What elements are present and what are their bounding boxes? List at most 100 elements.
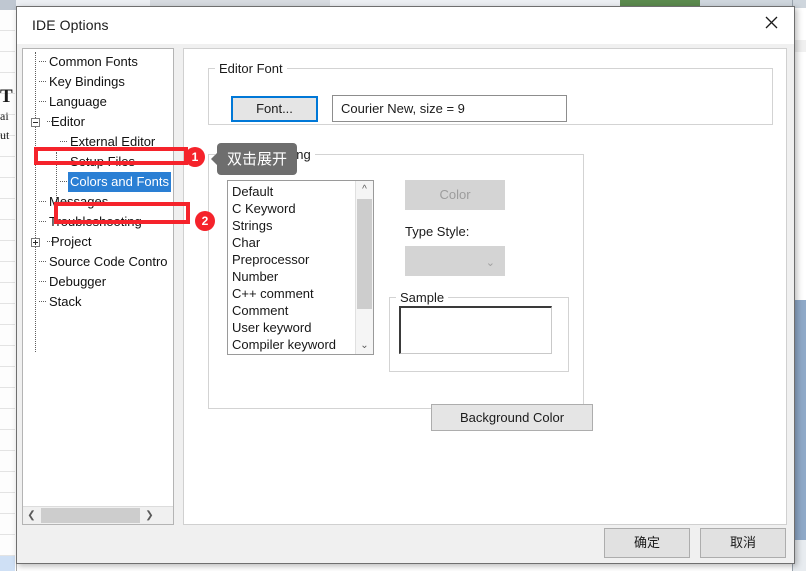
listbox-scrollbar[interactable]: ^ ⌄ <box>355 181 373 354</box>
tree-horizontal-scrollbar[interactable]: ❮ ❯ <box>23 506 173 524</box>
dialog-title: IDE Options <box>32 17 109 33</box>
chevron-down-icon[interactable]: ⌄ <box>356 337 373 354</box>
background-row <box>0 325 15 346</box>
list-item[interactable]: Char <box>232 234 355 251</box>
chevron-up-icon[interactable]: ^ <box>356 181 373 198</box>
list-item[interactable]: C++ comment <box>232 285 355 302</box>
background-row <box>0 472 15 493</box>
tree-item-label: Language <box>49 94 107 109</box>
list-item[interactable]: C Keyword <box>232 200 355 217</box>
options-content-pane: Editor Font Font... Courier New, size = … <box>183 48 787 525</box>
sample-area: Sample <box>389 290 569 372</box>
dialog-button-bar: 确定 取消 <box>17 525 794 563</box>
tree-item-label: Common Fonts <box>49 54 138 69</box>
background-text-fragment-1: T <box>0 86 13 107</box>
options-tree: Common Fonts Key Bindings Language Edito… <box>23 52 173 506</box>
sample-legend: Sample <box>400 290 445 305</box>
tree-item-messages[interactable]: Messages <box>23 192 173 212</box>
tree-expand-plus-icon[interactable] <box>31 237 40 247</box>
tree-item-stack[interactable]: Stack <box>23 292 173 312</box>
background-row <box>0 304 15 325</box>
chevron-down-icon: ⌄ <box>485 257 495 269</box>
tree-connector-icon <box>56 152 68 172</box>
list-item[interactable]: Default <box>232 183 355 200</box>
font-value-field[interactable]: Courier New, size = 9 <box>332 95 567 122</box>
tree-item-external-editor[interactable]: External Editor <box>23 132 173 152</box>
tree-connector-icon <box>56 172 68 192</box>
tree-item-common-fonts[interactable]: Common Fonts <box>23 52 173 72</box>
tree-connector-icon <box>35 212 47 232</box>
tree-item-label: External Editor <box>70 134 156 149</box>
tree-item-label: Editor <box>51 114 85 129</box>
tree-connector-icon <box>35 52 47 72</box>
background-row <box>0 157 15 178</box>
cancel-button[interactable]: 取消 <box>700 528 786 558</box>
close-icon[interactable] <box>748 7 794 37</box>
background-row <box>0 409 15 430</box>
background-row <box>0 388 15 409</box>
scrollbar-thumb[interactable] <box>41 508 140 523</box>
list-item[interactable]: Comment <box>232 302 355 319</box>
tree-connector-icon <box>35 72 47 92</box>
background-row <box>0 220 15 241</box>
background-row-selected <box>0 556 15 571</box>
tree-item-setup-files[interactable]: Setup Files <box>23 152 173 172</box>
font-button[interactable]: Font... <box>231 96 318 122</box>
tree-item-language[interactable]: Language <box>23 92 173 112</box>
tree-connector-icon <box>43 232 54 252</box>
background-row <box>0 367 15 388</box>
background-row <box>0 178 15 199</box>
syntax-element-listbox[interactable]: Default C Keyword Strings Char Preproces… <box>227 180 374 355</box>
list-item[interactable]: Strings <box>232 217 355 234</box>
tree-item-troubleshooting[interactable]: Troubleshooting <box>23 212 173 232</box>
tree-item-label: Troubleshooting <box>49 214 142 229</box>
list-item[interactable]: Compiler keyword <box>232 336 355 353</box>
tree-connector-icon <box>56 132 68 152</box>
editor-font-legend: Editor Font <box>219 61 283 76</box>
background-text-fragment-3: ut <box>0 128 10 142</box>
annotation-tooltip: 双击展开 <box>210 143 298 175</box>
list-item[interactable]: User keyword <box>232 319 355 336</box>
color-button[interactable]: Color <box>405 180 505 210</box>
tree-item-editor[interactable]: Editor <box>23 112 173 132</box>
dialog-titlebar: IDE Options <box>17 7 794 44</box>
list-item[interactable]: Number <box>232 268 355 285</box>
tree-item-label: Project <box>51 234 92 249</box>
scrollbar-thumb[interactable] <box>357 199 372 309</box>
type-style-label: Type Style: <box>405 224 470 239</box>
annotation-badge-2: 2 <box>195 211 215 231</box>
tree-connector-icon <box>35 92 47 112</box>
chevron-left-icon[interactable]: ❮ <box>23 507 40 524</box>
tree-connector-icon <box>35 292 47 312</box>
tree-item-source-code-control[interactable]: Source Code Contro <box>23 252 173 272</box>
chevron-right-icon[interactable]: ❯ <box>141 507 158 524</box>
tree-item-label: Messages <box>49 194 109 209</box>
ide-options-dialog: IDE Options Common Fonts Key Bindings La… <box>16 6 795 564</box>
background-row <box>0 52 15 73</box>
background-row <box>0 241 15 262</box>
tree-collapse-minus-icon[interactable] <box>31 117 40 127</box>
tree-connector-icon <box>35 252 47 272</box>
list-item[interactable]: Preprocessor <box>232 251 355 268</box>
background-color-button[interactable]: Background Color <box>431 404 593 431</box>
background-row <box>0 31 15 52</box>
annotation-badge-1: 1 <box>185 147 205 167</box>
tree-item-label: Debugger <box>49 274 107 289</box>
background-row <box>0 199 15 220</box>
ok-button[interactable]: 确定 <box>604 528 690 558</box>
dialog-body: Common Fonts Key Bindings Language Edito… <box>17 44 794 563</box>
background-row <box>0 535 15 556</box>
options-tree-panel[interactable]: Common Fonts Key Bindings Language Edito… <box>22 48 174 525</box>
background-row <box>0 514 15 535</box>
tree-item-key-bindings[interactable]: Key Bindings <box>23 72 173 92</box>
background-text-fragment-2: ai <box>0 109 9 123</box>
tree-item-label: Setup Files <box>70 154 136 169</box>
tree-item-colors-and-fonts[interactable]: Colors and Fonts <box>23 172 173 192</box>
tree-connector-icon <box>43 112 54 132</box>
syntax-coloring-group: Syntax Coloring Default C Keyword String… <box>208 147 593 431</box>
tree-item-debugger[interactable]: Debugger <box>23 272 173 292</box>
type-style-dropdown[interactable]: ⌄ <box>405 246 505 276</box>
tree-item-project[interactable]: Project <box>23 232 173 252</box>
background-row <box>0 346 15 367</box>
tree-item-label: Key Bindings <box>49 74 125 89</box>
